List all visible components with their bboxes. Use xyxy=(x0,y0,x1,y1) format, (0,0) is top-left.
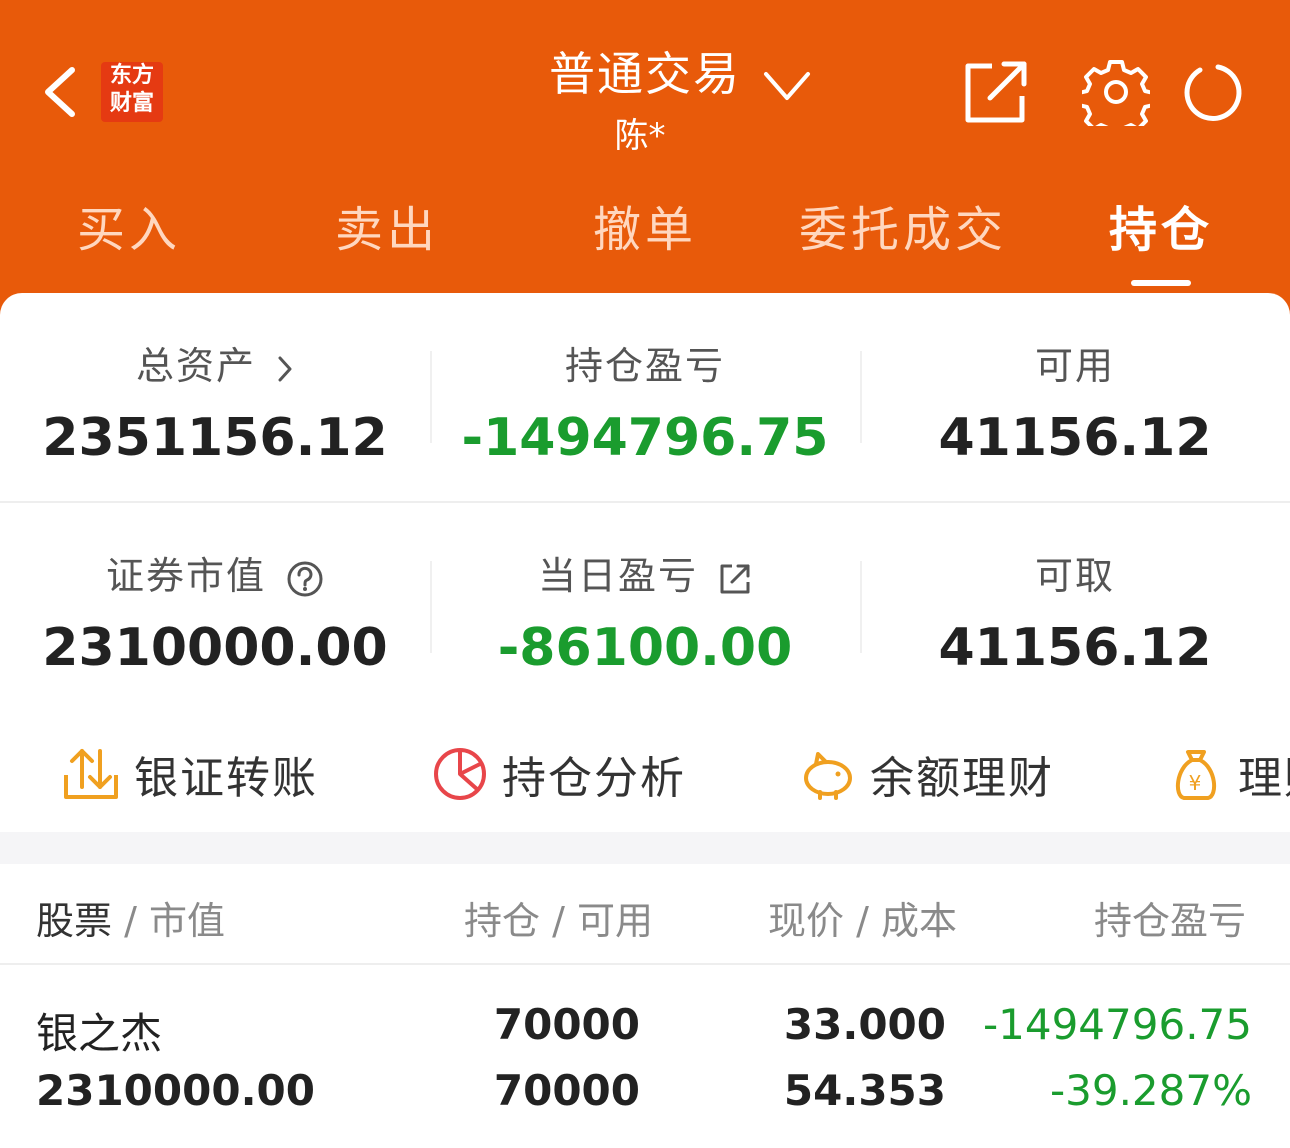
top-header: 东方 财富 普通交易 陈* 买入 卖出 撤单 委托成交 持仓 xyxy=(0,0,1290,330)
money-bag-icon: ¥ xyxy=(1175,750,1217,800)
col-header-position: 持仓 / 可用 xyxy=(464,899,653,943)
market-value-value: 2310000.00 xyxy=(42,618,388,678)
refresh-icon[interactable] xyxy=(1178,58,1246,126)
withdrawable-value: 41156.12 xyxy=(938,618,1212,678)
page-title[interactable]: 普通交易 xyxy=(540,38,750,104)
piggy-bank-icon xyxy=(804,752,852,800)
total-assets-value: 2351156.12 xyxy=(42,408,388,468)
position-pl: 持仓盈亏 -1494796.75 xyxy=(430,335,860,468)
quick-action-analysis[interactable]: 持仓分析 xyxy=(432,742,686,808)
tab-buy[interactable]: 买入 xyxy=(0,190,258,260)
brand-logo: 东方 财富 xyxy=(101,62,163,122)
col-header-stock: 股票 / 市值 xyxy=(36,899,225,943)
market-value: 证券市值 2310000.00 xyxy=(0,545,430,678)
position-pl-value: -1494796.75 xyxy=(461,408,829,468)
stock-market-value: 2310000.00 xyxy=(36,1066,315,1115)
tab-positions[interactable]: 持仓 xyxy=(1032,190,1290,260)
quick-action-balance-wealth[interactable]: 余额理财 xyxy=(800,742,1054,808)
table-header-divider xyxy=(0,963,1290,965)
back-arrow-icon[interactable] xyxy=(38,62,88,122)
market-value-label: 证券市值 xyxy=(0,545,430,600)
svg-text:¥: ¥ xyxy=(1189,771,1204,795)
trade-tabs: 买入 卖出 撤单 委托成交 持仓 xyxy=(0,190,1290,270)
external-link-icon[interactable] xyxy=(718,562,752,596)
account-name: 陈* xyxy=(614,116,666,156)
gear-icon[interactable] xyxy=(1082,58,1150,126)
active-tab-indicator xyxy=(1131,280,1191,286)
row-divider xyxy=(0,501,1290,503)
daily-pl-label: 当日盈亏 xyxy=(430,545,860,600)
chevron-right-icon xyxy=(278,356,292,381)
col-header-pl: 持仓盈亏 xyxy=(1094,899,1247,943)
tab-sell[interactable]: 卖出 xyxy=(258,190,516,260)
available-cash: 可用 41156.12 xyxy=(860,335,1290,468)
total-assets[interactable]: 总资产 2351156.12 xyxy=(0,335,430,468)
available-value: 41156.12 xyxy=(938,408,1212,468)
position-pl-label: 持仓盈亏 xyxy=(564,344,725,388)
row-position-pl-pct: -39.287% xyxy=(1049,1066,1252,1115)
section-gap xyxy=(0,832,1290,864)
total-assets-label: 总资产 xyxy=(0,335,430,390)
current-price: 33.000 xyxy=(783,1000,946,1049)
available-label: 可用 xyxy=(1034,344,1115,388)
quick-action-wealth[interactable]: ¥ 理财 xyxy=(1168,742,1290,808)
share-icon[interactable] xyxy=(962,58,1030,126)
row-position-pl: -1494796.75 xyxy=(982,1000,1252,1049)
chevron-down-icon[interactable] xyxy=(762,68,812,104)
stock-name: 银之杰 xyxy=(36,1009,163,1058)
daily-pl-value: -86100.00 xyxy=(497,618,793,678)
transfer-icon xyxy=(64,749,118,799)
tab-cancel[interactable]: 撤单 xyxy=(516,190,774,260)
tab-orders[interactable]: 委托成交 xyxy=(774,190,1032,260)
pie-chart-icon xyxy=(434,748,486,800)
col-header-price: 现价 / 成本 xyxy=(768,899,957,943)
withdrawable-label: 可取 xyxy=(1034,554,1115,598)
position-qty: 70000 xyxy=(493,1000,640,1049)
cost-price: 54.353 xyxy=(783,1066,946,1115)
available-qty: 70000 xyxy=(493,1066,640,1115)
help-icon[interactable] xyxy=(286,560,324,598)
daily-pl[interactable]: 当日盈亏 -86100.00 xyxy=(430,545,860,678)
withdrawable-cash: 可取 41156.12 xyxy=(860,545,1290,678)
quick-action-transfer[interactable]: 银证转账 xyxy=(62,742,318,808)
